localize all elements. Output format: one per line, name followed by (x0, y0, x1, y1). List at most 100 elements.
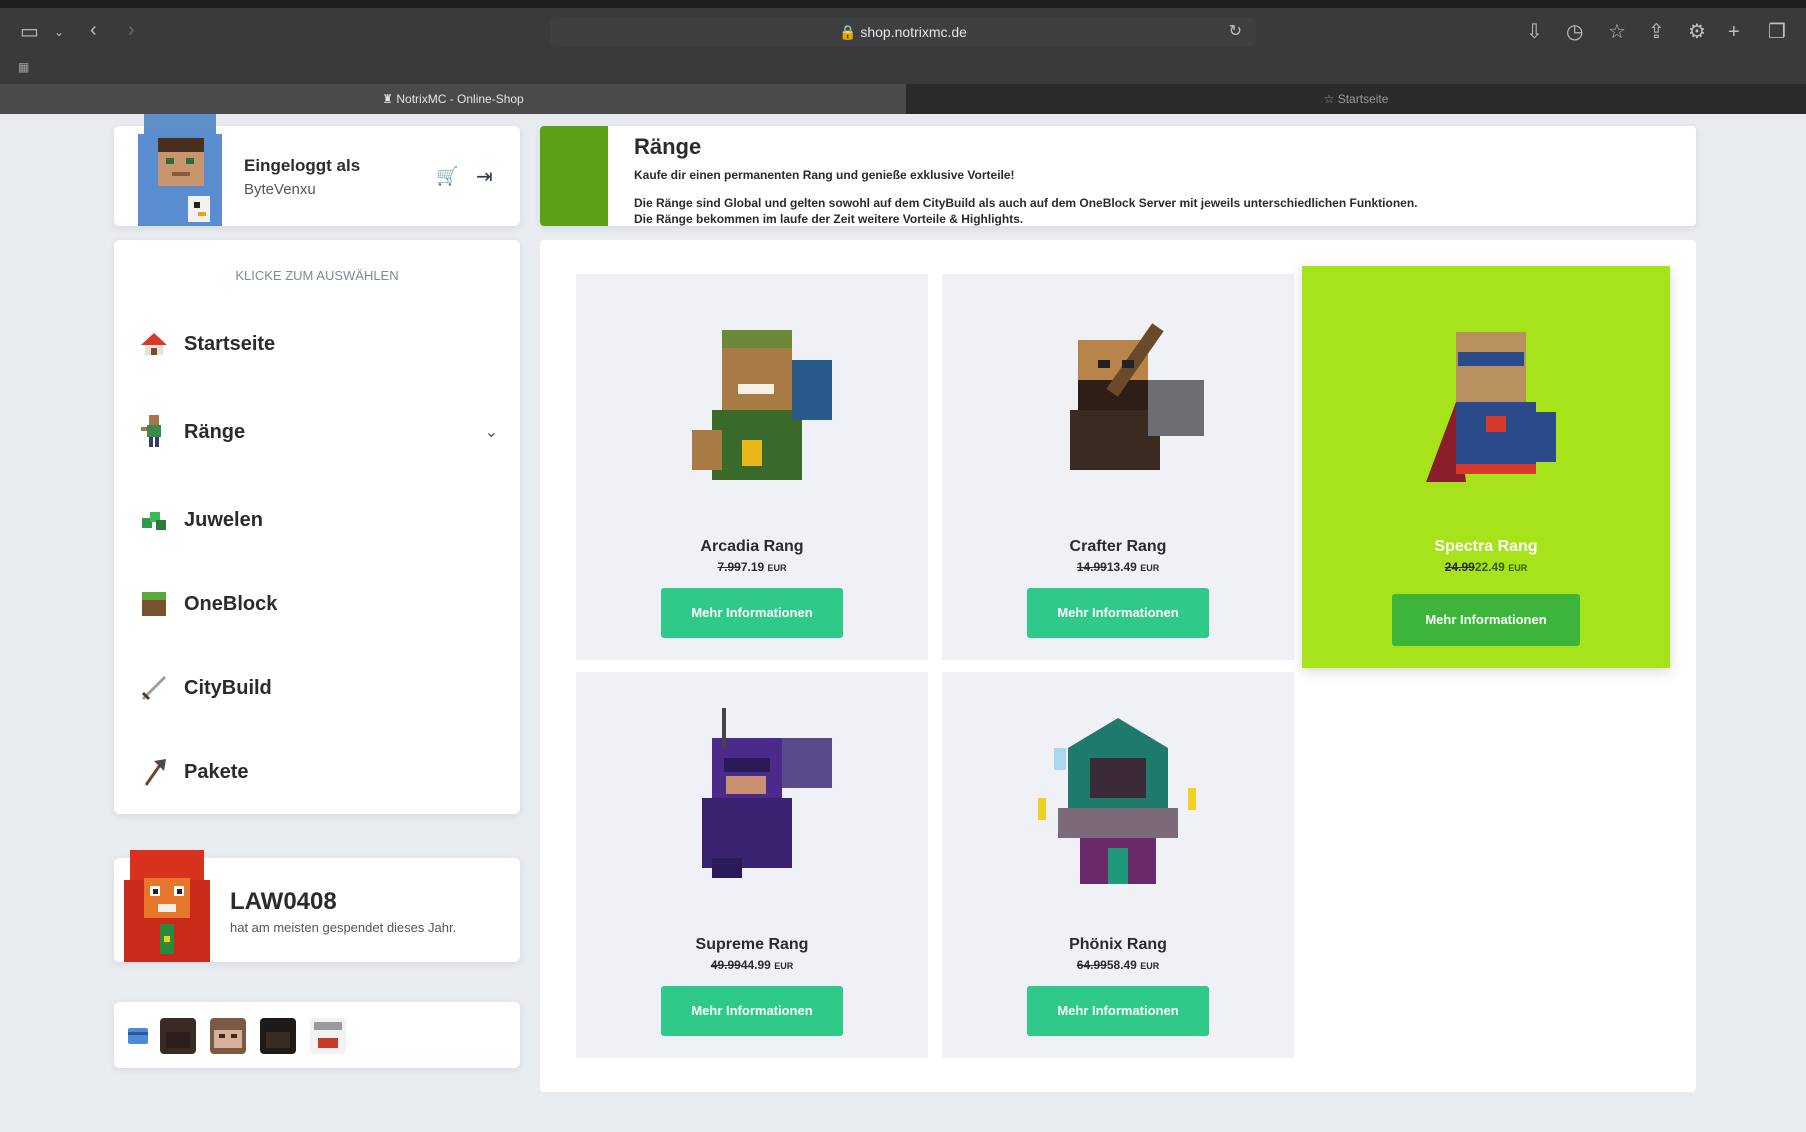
new-tab-icon[interactable]: + (1728, 22, 1740, 42)
ranks-banner: Ränge Kaufe dir einen permanenten Rang u… (540, 126, 1696, 226)
old-price: 24.99 (1444, 560, 1475, 574)
buyer-head (160, 1018, 196, 1054)
currency: EUR (1140, 961, 1160, 971)
recent-buyers-card (114, 1002, 520, 1068)
old-price: 64.99 (1076, 958, 1107, 972)
product-name: Crafter Rang (1069, 538, 1167, 555)
buyer-head (310, 1018, 346, 1054)
window-top-bar (0, 0, 1806, 8)
banner-text: Die Ränge bekommen im laufe der Zeit wei… (634, 212, 1024, 226)
old-price: 49.99 (710, 958, 741, 972)
star-icon: ☆ (1323, 92, 1335, 106)
product-price: 14.9913.49 EUR (942, 560, 1294, 574)
product-card-spectra: Spectra Rang 24.9922.49 EUR Mehr Informa… (1302, 266, 1670, 668)
reload-icon[interactable]: ↻ (1229, 18, 1242, 46)
rank-character-image (702, 708, 832, 878)
more-info-button[interactable]: Mehr Informationen (1027, 986, 1209, 1036)
product-price: 64.9958.49 EUR (942, 958, 1294, 972)
banner-text: Kaufe dir einen permanenten Rang und gen… (634, 168, 1015, 182)
sidebar-item-label: CityBuild (184, 676, 272, 699)
product-price: 24.9922.49 EUR (1302, 560, 1670, 574)
donor-subtitle: hat am meisten gespendet dieses Jahr. (230, 920, 457, 935)
product-name: Arcadia Rang (700, 538, 804, 555)
house-icon (138, 328, 170, 360)
rank-character-image (692, 330, 832, 480)
navigation-card: KLICKE ZUM AUSWÄHLEN Startseite Ränge ⌄ … (114, 240, 520, 814)
sidebar-item-pakete[interactable]: Pakete (138, 752, 498, 792)
current-price: 44.99 (740, 958, 771, 972)
old-price: 7.99 (717, 560, 741, 574)
rank-character-image (1070, 323, 1204, 470)
tab-label: NotrixMC - Online-Shop (396, 92, 524, 106)
login-card: Eingeloggt als ByteVenxu 🛒 ⇥ (114, 114, 520, 226)
nav-hint: KLICKE ZUM AUSWÄHLEN (235, 268, 399, 283)
buyer-head (260, 1018, 296, 1054)
currency: EUR (1508, 563, 1528, 573)
sidebar-item-raenge[interactable]: Ränge ⌄ (138, 412, 498, 452)
sidebar-item-juwelen[interactable]: Juwelen (138, 500, 498, 540)
tab-favicon-icon: ♜ (382, 92, 394, 106)
sidebar-item-oneblock[interactable]: OneBlock (138, 584, 498, 624)
lock-icon: 🔒 (839, 24, 857, 40)
chevron-down-icon[interactable]: ⌄ (54, 22, 64, 42)
buyer-head (210, 1018, 246, 1054)
address-bar[interactable]: 🔒 shop.notrixmc.de ↻ (550, 18, 1256, 46)
bookmarks-grid-icon[interactable]: ▦ (18, 60, 29, 74)
current-price: 58.49 (1106, 958, 1137, 972)
character-icon (138, 415, 170, 448)
current-price: 13.49 (1106, 560, 1137, 574)
banner-text: Die Ränge sind Global und gelten sowohl … (634, 196, 1418, 210)
sidebar-item-label: Pakete (184, 760, 249, 783)
banner-accent-bar (540, 126, 608, 226)
url-text: shop.notrixmc.de (860, 24, 967, 40)
current-price: 22.49 (1474, 560, 1505, 574)
product-card-crafter: Crafter Rang 14.9913.49 EUR Mehr Informa… (942, 274, 1294, 660)
axe-icon (138, 756, 170, 788)
sword-icon (138, 672, 170, 704)
sidebar-item-label: Juwelen (184, 508, 263, 531)
logout-icon[interactable]: ⇥ (476, 164, 493, 189)
cart-icon[interactable]: 🛒 (436, 166, 458, 187)
product-price: 49.9944.99 EUR (576, 958, 928, 972)
top-donor-card: LAW0408 hat am meisten gespendet dieses … (114, 850, 520, 962)
history-icon[interactable]: ◷ (1566, 22, 1583, 42)
product-name: Phönix Rang (1069, 936, 1167, 953)
page-title: Ränge (634, 134, 702, 159)
product-card-phoenix: Phönix Rang 64.9958.49 EUR Mehr Informat… (942, 672, 1294, 1058)
currency: EUR (774, 961, 794, 971)
back-icon[interactable]: ‹ (90, 20, 97, 40)
tabs-overview-icon[interactable]: ❐ (1768, 22, 1786, 42)
product-card-arcadia: Arcadia Rang 7.997.19 EUR Mehr Informati… (576, 274, 928, 660)
sidebar-item-startseite[interactable]: Startseite (138, 324, 498, 364)
chevron-down-icon[interactable]: ⌄ (485, 422, 498, 442)
product-name: Supreme Rang (695, 936, 809, 953)
rank-character-image (1038, 718, 1196, 884)
forward-icon[interactable]: › (128, 20, 135, 40)
username: ByteVenxu (244, 181, 316, 198)
more-info-button[interactable]: Mehr Informationen (1392, 594, 1580, 646)
sidebar-toggle-icon[interactable]: ▭ (20, 22, 39, 42)
product-card-supreme: Supreme Rang 49.9944.99 EUR Mehr Informa… (576, 672, 928, 1058)
old-price: 14.99 (1076, 560, 1107, 574)
download-icon[interactable]: ⇩ (1526, 22, 1543, 42)
currency: EUR (767, 563, 787, 573)
star-icon[interactable]: ☆ (1608, 22, 1626, 42)
settings-icon[interactable]: ⚙ (1688, 22, 1706, 42)
login-label: Eingeloggt als (244, 156, 361, 175)
sidebar-item-label: Startseite (184, 332, 276, 355)
current-price: 7.19 (740, 560, 765, 574)
share-icon[interactable]: ⇪ (1648, 22, 1665, 42)
sidebar-item-label: OneBlock (184, 592, 278, 615)
tab-shop[interactable]: ♜ NotrixMC - Online-Shop (0, 84, 906, 114)
more-info-button[interactable]: Mehr Informationen (661, 588, 843, 638)
tab-startseite[interactable]: ☆ Startseite (906, 84, 1806, 114)
browser-chrome: ▭ ⌄ ‹ › 🔒 shop.notrixmc.de ↻ ⇩ ◷ ☆ ⇪ ⚙ +… (0, 0, 1806, 114)
sidebar-item-citybuild[interactable]: CityBuild (138, 668, 498, 708)
donor-avatar (124, 850, 210, 962)
rank-character-image (1426, 332, 1556, 482)
more-info-button[interactable]: Mehr Informationen (1027, 588, 1209, 638)
currency: EUR (1140, 563, 1160, 573)
more-info-button[interactable]: Mehr Informationen (661, 986, 843, 1036)
product-price: 7.997.19 EUR (576, 560, 928, 574)
avatar (138, 114, 222, 226)
